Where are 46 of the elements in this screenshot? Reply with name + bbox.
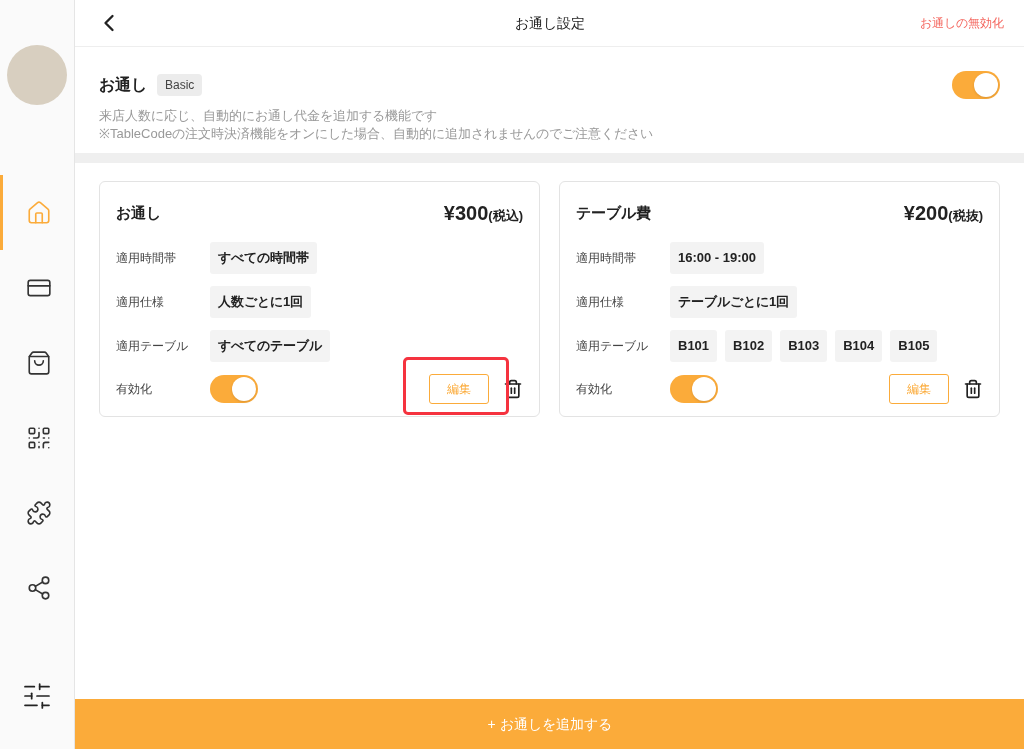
value-chip: B104 [835, 330, 883, 362]
row-label: 適用仕様 [576, 294, 625, 311]
tax-label: (税抜) [948, 208, 983, 225]
value-chip: B102 [725, 330, 773, 362]
row-label: 適用仕様 [116, 294, 165, 311]
home-icon [25, 199, 52, 226]
qr-code-icon [25, 424, 52, 451]
value-chip: B101 [670, 330, 718, 362]
fee-price: ¥200 [903, 201, 949, 226]
row-label: 有効化 [116, 381, 153, 398]
toggle-switch[interactable] [670, 375, 718, 403]
value-chip: B103 [780, 330, 828, 362]
page-title: お通し設定 [514, 13, 585, 33]
fee-price: ¥300 [443, 201, 489, 226]
settings-icon [21, 680, 53, 712]
disable-link[interactable]: お通しの無効化 [920, 14, 1004, 32]
edit-button[interactable]: 編集 [889, 374, 949, 404]
value-chip: 人数ごとに1回 [210, 286, 312, 318]
avatar-placeholder [7, 45, 67, 105]
value-chip: B105 [890, 330, 938, 362]
row-label: 有効化 [576, 381, 613, 398]
toggle-switch[interactable] [210, 375, 258, 403]
value-chip: テーブルごとに1回 [670, 286, 798, 318]
tax-label: (税込) [488, 208, 523, 225]
delete-button[interactable] [963, 379, 983, 399]
section-title: お通し [99, 75, 147, 95]
value-chip: すべてのテーブル [210, 330, 330, 362]
fee-name: お通し [116, 202, 161, 223]
edit-button[interactable]: 編集 [429, 374, 489, 404]
row-label: 適用テーブル [116, 338, 189, 355]
toggle-switch[interactable] [952, 71, 1000, 99]
trash-icon [503, 379, 523, 399]
fee-name: テーブル費 [576, 202, 651, 223]
bag-icon [25, 349, 52, 376]
value-chip: すべての時間帯 [210, 242, 317, 274]
description-text: 来店人数に応じ、自動的にお通し代金を追加する機能です [99, 107, 438, 125]
puzzle-icon [25, 499, 52, 526]
plan-badge: Basic [157, 74, 203, 96]
trash-icon [963, 379, 983, 399]
row-label: 適用時間帯 [576, 250, 637, 267]
row-label: 適用テーブル [576, 338, 649, 355]
value-chip: 16:00 - 19:00 [670, 242, 765, 274]
delete-button[interactable] [503, 379, 523, 399]
add-button[interactable]: + お通しを追加する [75, 699, 1024, 749]
row-label: 適用時間帯 [116, 250, 177, 267]
description-text: ※TableCodeの注文時決済機能をオンにした場合、自動的に追加されませんのでご注意ください [99, 125, 655, 143]
